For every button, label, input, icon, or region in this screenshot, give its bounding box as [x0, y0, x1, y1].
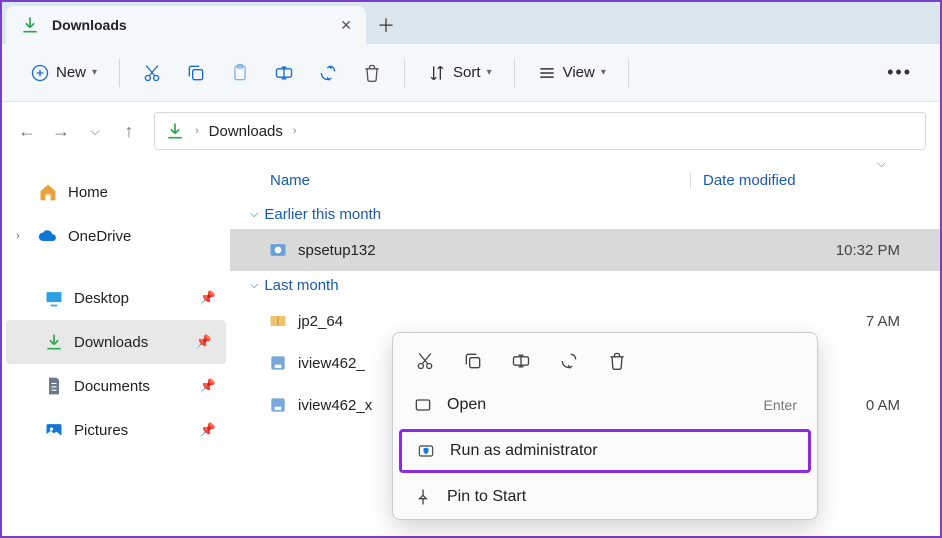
desktop-icon: [44, 288, 64, 308]
archive-icon: [268, 311, 288, 331]
file-row[interactable]: spsetup132 10:32 PM: [230, 229, 940, 271]
nav-row: ← → ⌵ ↑ › Downloads ›: [2, 102, 940, 160]
chevron-down-icon: ▾: [487, 67, 492, 78]
pictures-icon: [44, 420, 64, 440]
paste-button[interactable]: [220, 54, 260, 92]
ctx-run-as-admin[interactable]: Run as administrator: [399, 429, 811, 473]
tab-bar: Downloads ✕ ＋: [2, 2, 940, 44]
sidebar-item-pictures[interactable]: Pictures 📌: [2, 408, 230, 452]
download-icon: [44, 332, 64, 352]
open-icon: [413, 395, 433, 415]
ctx-open[interactable]: Open Enter: [393, 383, 817, 427]
chevron-down-icon: ▾: [601, 67, 606, 78]
installer-icon: [268, 353, 288, 373]
download-icon: [165, 121, 185, 141]
column-date[interactable]: Date modified ⌵: [690, 172, 796, 189]
sidebar-item-desktop[interactable]: Desktop 📌: [2, 276, 230, 320]
up-button[interactable]: ↑: [118, 121, 140, 142]
chevron-down-icon: ▾: [92, 67, 97, 78]
column-name[interactable]: Name: [270, 172, 690, 189]
copy-button[interactable]: [463, 351, 483, 371]
new-button[interactable]: New ▾: [20, 54, 107, 92]
sidebar-item-onedrive[interactable]: › OneDrive: [2, 214, 230, 258]
tab-title: Downloads: [52, 17, 328, 33]
group-header[interactable]: ⌵ Last month: [230, 271, 940, 300]
ctx-pin-to-start[interactable]: Pin to Start: [393, 475, 817, 519]
pin-icon: 📌: [200, 290, 216, 306]
sidebar: Home › OneDrive Desktop 📌 Downloads 📌: [2, 160, 230, 536]
delete-button[interactable]: [607, 351, 627, 371]
download-icon: [20, 15, 40, 35]
sort-button[interactable]: Sort ▾: [417, 54, 502, 92]
pin-icon: [413, 487, 433, 507]
recent-button[interactable]: ⌵: [84, 124, 106, 139]
chevron-down-icon[interactable]: ⌵: [877, 158, 885, 171]
sidebar-item-home[interactable]: Home: [2, 170, 230, 214]
share-button[interactable]: [559, 351, 579, 371]
cloud-icon: [38, 226, 58, 246]
pin-icon: 📌: [200, 378, 216, 394]
sidebar-item-downloads[interactable]: Downloads 📌: [6, 320, 226, 364]
pin-icon: 📌: [200, 422, 216, 438]
forward-button[interactable]: →: [50, 121, 72, 142]
breadcrumb-current[interactable]: Downloads: [209, 123, 283, 140]
group-header[interactable]: ⌵ Earlier this month: [230, 200, 940, 229]
installer-icon: [268, 395, 288, 415]
cut-button[interactable]: [132, 54, 172, 92]
chevron-right-icon: ›: [293, 125, 297, 137]
document-icon: [44, 376, 64, 396]
cut-button[interactable]: [415, 351, 435, 371]
share-button[interactable]: [308, 54, 348, 92]
shield-icon: [416, 441, 436, 461]
rename-button[interactable]: [511, 351, 531, 371]
chevron-down-icon: ⌵: [250, 208, 258, 221]
copy-button[interactable]: [176, 54, 216, 92]
chevron-right-icon: ›: [195, 125, 199, 137]
chevron-right-icon[interactable]: ›: [16, 230, 28, 242]
toolbar: New ▾ Sort ▾ View ▾ •••: [2, 44, 940, 102]
new-tab-button[interactable]: ＋: [366, 6, 406, 44]
close-icon[interactable]: ✕: [340, 17, 352, 34]
context-menu: Open Enter Run as administrator Pin to S…: [392, 332, 818, 520]
address-bar[interactable]: › Downloads ›: [154, 112, 926, 150]
rename-button[interactable]: [264, 54, 304, 92]
home-icon: [38, 182, 58, 202]
back-button[interactable]: ←: [16, 121, 38, 142]
view-button[interactable]: View ▾: [527, 54, 616, 92]
chevron-down-icon: ⌵: [250, 279, 258, 292]
pin-icon: 📌: [196, 334, 212, 350]
sidebar-item-documents[interactable]: Documents 📌: [2, 364, 230, 408]
delete-button[interactable]: [352, 54, 392, 92]
tab-downloads[interactable]: Downloads ✕: [6, 6, 366, 44]
installer-icon: [268, 240, 288, 260]
more-button[interactable]: •••: [877, 54, 922, 92]
